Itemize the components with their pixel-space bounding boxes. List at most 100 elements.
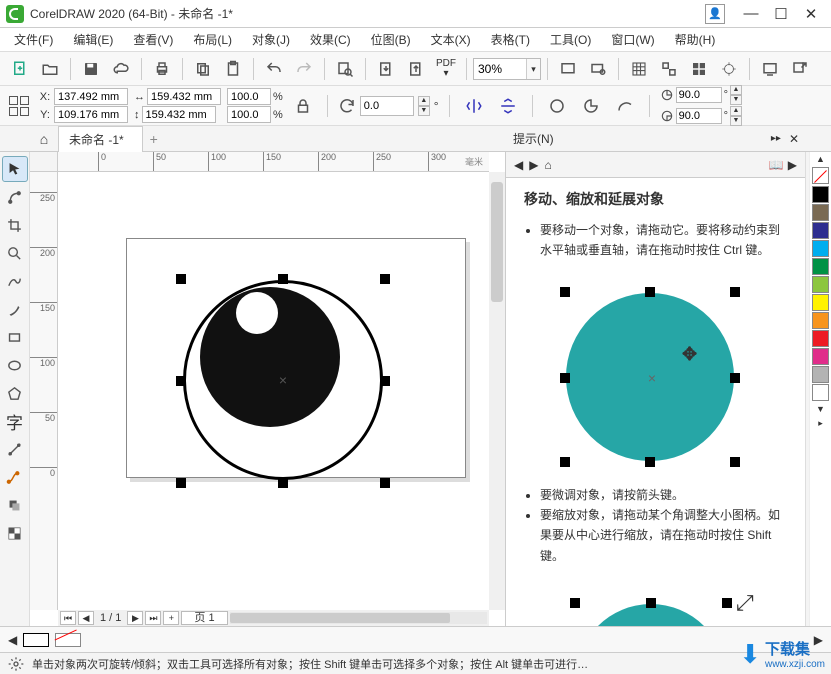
preview-icon[interactable]: [584, 55, 612, 83]
angle2-input[interactable]: [676, 108, 722, 124]
h-scrollbar[interactable]: [230, 612, 487, 624]
hint-back-icon[interactable]: ◀: [514, 158, 523, 172]
chevron-down-icon[interactable]: ▾: [526, 59, 540, 79]
notify-icon[interactable]: 👤: [705, 4, 725, 24]
origin-icon[interactable]: [6, 93, 32, 119]
menu-object[interactable]: 对象(J): [244, 29, 298, 50]
outline-swatch[interactable]: [23, 633, 49, 647]
color-swatch[interactable]: [812, 222, 829, 239]
sel-handle[interactable]: [176, 478, 186, 488]
first-page-button[interactable]: ⏮: [60, 611, 76, 625]
zoom-tool[interactable]: [2, 240, 28, 266]
artistic-tool[interactable]: [2, 296, 28, 322]
rectangle-tool[interactable]: [2, 324, 28, 350]
new-icon[interactable]: [6, 55, 34, 83]
zoom-input[interactable]: [474, 59, 526, 79]
h-thumb[interactable]: [230, 613, 450, 623]
h-input[interactable]: [142, 106, 216, 123]
ruler-corner[interactable]: [30, 152, 58, 172]
v-thumb[interactable]: [491, 182, 503, 302]
spin-up[interactable]: ▲: [418, 96, 430, 106]
options-icon[interactable]: [756, 55, 784, 83]
snap-icon[interactable]: [655, 55, 683, 83]
maximize-button[interactable]: ☐: [767, 4, 795, 24]
mirror-h-icon[interactable]: [460, 92, 488, 120]
parallel-tool[interactable]: [2, 436, 28, 462]
launch-icon[interactable]: [786, 55, 814, 83]
color-swatch[interactable]: [812, 312, 829, 329]
hint-home-icon[interactable]: ⌂: [544, 158, 551, 172]
panel-collapse-icon[interactable]: ▸▸: [771, 133, 781, 144]
export-icon[interactable]: [402, 55, 430, 83]
pie-icon[interactable]: [577, 92, 605, 120]
last-page-button[interactable]: ⏭: [145, 611, 161, 625]
color-swatch[interactable]: [812, 348, 829, 365]
sel-handle[interactable]: [278, 478, 288, 488]
freehand-tool[interactable]: [2, 268, 28, 294]
menu-text[interactable]: 文本(X): [423, 29, 479, 50]
polygon-tool[interactable]: [2, 380, 28, 406]
target-icon[interactable]: [715, 55, 743, 83]
sel-handle[interactable]: [278, 274, 288, 284]
eye-highlight[interactable]: [236, 292, 278, 334]
color-swatch[interactable]: [812, 294, 829, 311]
lock-icon[interactable]: [289, 92, 317, 120]
menu-bitmap[interactable]: 位图(B): [363, 29, 419, 50]
doc-tab[interactable]: 未命名 -1*: [58, 126, 143, 152]
zoom-combo[interactable]: ▾: [473, 58, 541, 80]
redo-icon[interactable]: [290, 55, 318, 83]
open-icon[interactable]: [36, 55, 64, 83]
sel-handle[interactable]: [176, 274, 186, 284]
hint-fwd-icon[interactable]: ▶: [529, 158, 538, 172]
print-icon[interactable]: [148, 55, 176, 83]
a2-up[interactable]: ▲: [730, 106, 742, 116]
arc-icon[interactable]: [611, 92, 639, 120]
a2-dn[interactable]: ▼: [730, 116, 742, 126]
prev-page-button[interactable]: ◀: [78, 611, 94, 625]
w-input[interactable]: [147, 88, 221, 105]
color-swatch[interactable]: [812, 276, 829, 293]
close-button[interactable]: ✕: [797, 4, 825, 24]
palette-down-icon[interactable]: ▼: [816, 402, 825, 416]
paste-icon[interactable]: [219, 55, 247, 83]
hint-video-icon[interactable]: ▶: [788, 158, 797, 172]
snap2-icon[interactable]: [685, 55, 713, 83]
menu-table[interactable]: 表格(T): [483, 29, 538, 50]
menu-tools[interactable]: 工具(O): [542, 29, 599, 50]
undo-icon[interactable]: [260, 55, 288, 83]
cs-expand-icon[interactable]: ◀: [8, 633, 17, 647]
next-page-button[interactable]: ▶: [127, 611, 143, 625]
crop-tool[interactable]: [2, 212, 28, 238]
panel-close-icon[interactable]: ✕: [789, 132, 799, 146]
menu-file[interactable]: 文件(F): [6, 29, 61, 50]
add-tab-button[interactable]: +: [143, 131, 165, 147]
color-swatch[interactable]: [812, 186, 829, 203]
palette-up-icon[interactable]: ▲: [816, 152, 825, 166]
sel-handle[interactable]: [380, 376, 390, 386]
palette-more-icon[interactable]: ▸: [818, 416, 823, 431]
color-swatch[interactable]: [812, 258, 829, 275]
sx-input[interactable]: [227, 88, 271, 105]
home-icon[interactable]: ⌂: [30, 131, 58, 147]
sel-handle[interactable]: [380, 478, 390, 488]
gear-icon[interactable]: [8, 656, 24, 672]
add-page-button[interactable]: +: [163, 611, 179, 625]
h-ruler[interactable]: 0 50 100 150 200 250 300 毫米: [58, 152, 489, 172]
hint-book-icon[interactable]: 📖: [769, 158, 784, 172]
minimize-button[interactable]: —: [737, 4, 765, 24]
sy-input[interactable]: [227, 106, 271, 123]
y-input[interactable]: [54, 106, 128, 123]
fullscreen-icon[interactable]: [554, 55, 582, 83]
menu-layout[interactable]: 布局(L): [185, 29, 240, 50]
a1-up[interactable]: ▲: [730, 85, 742, 95]
cloud-icon[interactable]: [107, 55, 135, 83]
grid-icon[interactable]: [625, 55, 653, 83]
canvas[interactable]: ×: [58, 172, 489, 610]
copy-icon[interactable]: [189, 55, 217, 83]
color-swatch[interactable]: [812, 384, 829, 401]
a1-dn[interactable]: ▼: [730, 95, 742, 105]
x-input[interactable]: [54, 88, 128, 105]
transparency-tool[interactable]: [2, 520, 28, 546]
no-color-swatch[interactable]: [812, 167, 829, 184]
import-icon[interactable]: [372, 55, 400, 83]
